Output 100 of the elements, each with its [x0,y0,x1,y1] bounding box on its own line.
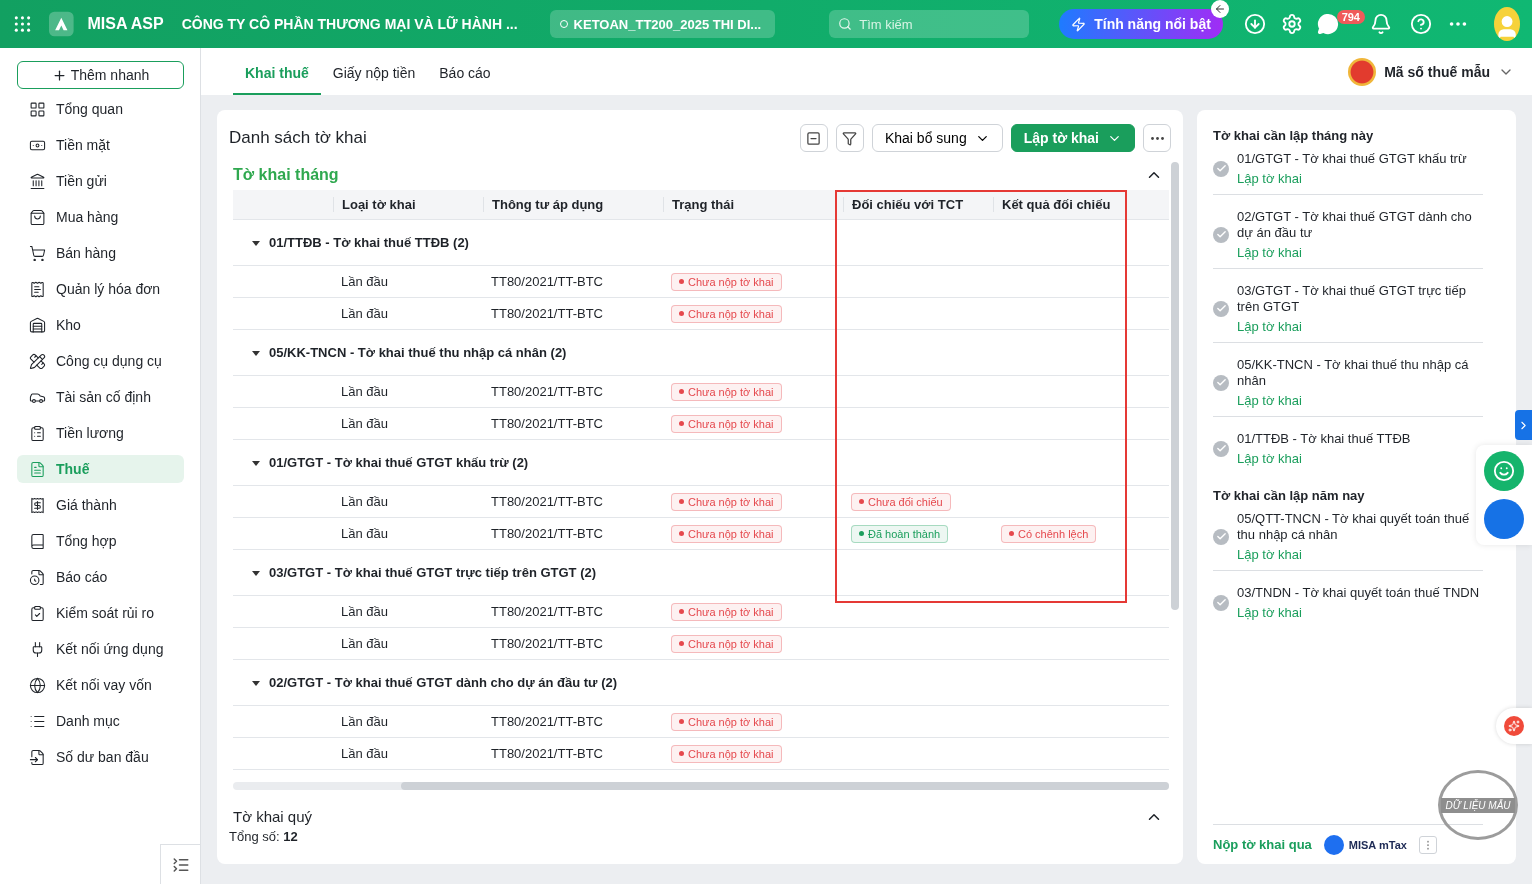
supplement-button[interactable]: Khai bổ sung [871,124,1003,152]
sidebar-item[interactable]: Giá thành [17,491,184,519]
receipt-icon [29,496,46,514]
status-tag: Chưa nộp tờ khai [671,272,782,291]
declaration-name: 01/TTĐB - Tờ khai thuế TTĐB [1237,431,1411,447]
filter-icon [842,130,858,146]
declaration-name: 03/TNDN - Tờ khai quyết toán thuế TNDN [1237,585,1480,601]
book-icon [29,532,46,550]
sidebar-item[interactable]: Kho [17,311,184,339]
status-tag: Chưa nộp tờ khai [671,304,782,323]
tax-code-selector[interactable]: Mã số thuế mẫu [1384,63,1490,80]
sidebar-item[interactable]: Tổng hợp [17,527,184,555]
tab[interactable]: Báo cáo [427,65,503,95]
declaration-name: 01/GTGT - Tờ khai thuế GTGT khấu trừ [1237,151,1467,167]
create-declaration-link[interactable]: Lập tờ khai [1237,319,1483,334]
section-title: Tờ khai tháng [233,166,339,184]
globe-icon [29,676,46,694]
expand-panel-icon[interactable] [1515,410,1532,440]
emblem-icon [1348,57,1377,86]
column-header: Loại tờ khai [333,197,483,212]
lightning-icon [1071,16,1087,32]
sidebar-item[interactable]: Tiền lương [17,419,184,447]
create-declaration-link[interactable]: Lập tờ khai [1237,547,1483,562]
total-count: Tổng số: 12 [229,829,299,844]
table-cell-text: Lần đầu [340,636,389,651]
table-cell-text: Lần đầu [340,526,389,541]
filter-button[interactable] [835,124,864,152]
group-title: 02/GTGT - Tờ khai thuế GTGT dành cho dự án đầu tư (2) [269,675,618,690]
declaration-name: 03/GTGT - Tờ khai thuế GTGT trực tiếp trên GTGT [1237,283,1467,315]
more-button[interactable] [1143,124,1171,152]
sidebar-item[interactable]: Tiền mặt [17,131,184,159]
clipboard-icon [29,424,46,442]
status-tag: Có chênh lệch [1001,524,1097,543]
check-icon [1213,374,1229,391]
warehouse-icon [29,316,46,334]
sample-data-stamp: DỮ LIỆU MẪU [1438,770,1518,840]
status-tag: Chưa nộp tờ khai [671,492,782,511]
column-header: Trạng thái [663,197,843,212]
quick-add-button[interactable]: Thêm nhanh [17,61,184,89]
status-tag: Chưa đối chiếu [851,492,951,511]
features-button[interactable]: Tính năng nổi bật [1059,9,1223,39]
sidebar-item[interactable]: Mua hàng [17,203,184,231]
create-declaration-link[interactable]: Lập tờ khai [1237,605,1480,620]
table-cell-text: TT80/2021/TT-BTC [490,636,604,651]
brand-name: MISA ASP [87,15,164,33]
receipt-icon [29,280,46,298]
sidebar-item[interactable]: Bán hàng [17,239,184,267]
search-icon [838,17,853,31]
section-title: Tờ khai quý [233,808,313,825]
sidebar-item[interactable]: Tổng quan [17,95,184,123]
plus-icon [51,67,67,83]
status-tag: Chưa nộp tờ khai [671,634,782,653]
table-cell-text: Lần đầu [340,604,389,619]
sidebar-item[interactable]: Kết nối ứng dụng [17,635,184,663]
horizontal-scrollbar[interactable] [233,782,1169,790]
check-icon [1213,440,1229,457]
ai-assistant-button[interactable] [1496,708,1532,744]
provider-name: MISA mTax [1348,838,1407,851]
sidebar-item[interactable]: Báo cáo [17,563,184,591]
group-title: 05/KK-TNCN - Tờ khai thuế thu nhập cá nhân (2) [269,345,567,360]
sidebar-item[interactable]: Quản lý hóa đơn [17,275,184,303]
bag-icon [29,208,46,226]
sidebar-item[interactable]: Công cụ dụng cụ [17,347,184,375]
create-declaration-link[interactable]: Lập tờ khai [1237,451,1411,466]
sidebar-item[interactable]: Tài sản cố định [17,383,184,411]
sidebar-item[interactable]: Kiểm soát rủi ro [17,599,184,627]
chatbot-icon[interactable] [1484,451,1524,491]
table-cell-text: Lần đầu [340,714,389,729]
check-icon [1213,226,1229,243]
table-cell-text: TT80/2021/TT-BTC [490,274,604,289]
table-cell-text: TT80/2021/TT-BTC [490,746,604,761]
column-header: Thông tư áp dụng [483,197,663,212]
section-title: Tờ khai cần lập năm nay [1213,488,1366,503]
status-tag: Chưa nộp tờ khai [671,414,782,433]
check-icon [1213,300,1229,317]
table-cell-text: TT80/2021/TT-BTC [490,306,604,321]
bank-icon [29,172,46,190]
sidebar-item[interactable]: Kết nối vay vốn [17,671,184,699]
sidebar-item[interactable]: Danh mục [17,707,184,735]
table-cell-text: Lần đầu [340,746,389,761]
tools-icon [29,352,46,370]
status-tag: Chưa nộp tờ khai [671,524,782,543]
collapse-sidebar-icon[interactable] [160,844,200,884]
status-tag: Chưa nộp tờ khai [671,712,782,731]
sidebar-item[interactable]: Tiền gửi [17,167,184,195]
vertical-scrollbar[interactable] [1171,162,1179,610]
create-declaration-link[interactable]: Lập tờ khai [1237,245,1483,260]
sidebar-item[interactable]: Số dư ban đầu [17,743,184,771]
user-avatar[interactable] [1493,7,1520,41]
status-tag: Chưa nộp tờ khai [671,602,782,621]
create-declaration-link[interactable]: Lập tờ khai [1237,171,1467,186]
apps-menu-icon[interactable] [14,13,31,35]
create-declaration-link[interactable]: Lập tờ khai [1237,393,1483,408]
minus-square-icon [806,130,822,146]
table-cell-text: Lần đầu [340,306,389,321]
company-name: CÔNG TY CÔ PHẦN THƯƠNG MẠI VÀ LỮ HÀNH ... [181,16,518,32]
notification-icon[interactable] [1369,13,1392,35]
tab[interactable]: Giấy nộp tiền [320,65,428,95]
table-cell-text: TT80/2021/TT-BTC [490,416,604,431]
collapse-all-button[interactable] [799,124,828,152]
